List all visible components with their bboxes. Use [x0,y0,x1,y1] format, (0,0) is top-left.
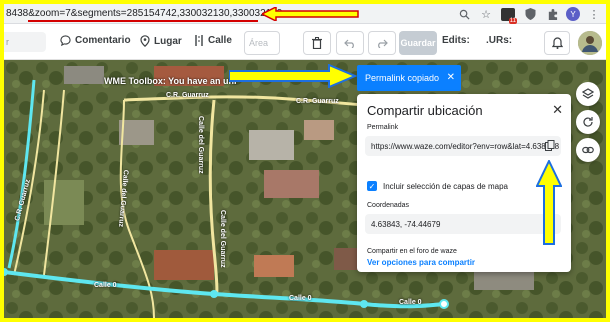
area-button[interactable]: Área [244,31,280,55]
include-layers-label: Incluir selección de capas de mapa [383,182,508,191]
street-button[interactable]: Calle [194,35,232,46]
road-icon [195,35,203,46]
street-label: Calle [208,35,232,46]
permalink-value: https://www.waze.com/editor?env=row&lat=… [371,142,560,151]
coords-label: Coordenadas [367,202,410,209]
yellow-arrow-annotation [536,160,562,245]
waze-toolbar: r Comentario Lugar Calle Área Guardar Ed… [4,24,606,60]
road-label: C.R. Guarruz [296,98,339,105]
browser-icons: ☆ 11 Y ⋮ [456,6,602,24]
permalink-button[interactable] [576,138,600,162]
location-pin-icon [140,35,150,47]
coords-value: 4.63843, -74.44679 [371,220,441,229]
comment-icon [60,35,71,46]
road-label: Calle 0 [399,299,422,306]
place-button[interactable]: Lugar [140,35,182,47]
place-label: Lugar [154,35,182,47]
notifications-button[interactable] [544,31,570,55]
redo-icon [378,39,388,48]
redo-button[interactable] [368,31,396,55]
extension-badge[interactable]: 11 [500,6,517,24]
layers-icon [582,88,594,99]
wme-toolbox-message: WME Toolbox: You have an uni [104,76,237,86]
search-input[interactable]: r [4,32,46,52]
link-icon [582,146,594,154]
zoom-icon[interactable] [456,6,472,22]
save-button[interactable]: Guardar [399,31,437,55]
puzzle-icon[interactable] [544,6,560,22]
yellow-arrow-annotation [229,64,357,88]
layers-button[interactable] [576,82,600,106]
road-label: Calle 0 [289,295,312,302]
edits-counter: Edits: [442,35,470,46]
comment-label: Comentario [75,35,131,46]
trash-icon [312,37,322,49]
map-canvas[interactable]: WME Toolbox: You have an uni C.R. Guarru… [4,60,606,318]
road-label: Calle del Guarruz [197,116,204,174]
area-label: Área [249,38,269,48]
bookmark-star-icon[interactable]: ☆ [478,6,494,22]
screenshot-frame: 8438&zoom=7&segments=285154742,330032130… [4,4,606,318]
delete-button[interactable] [303,31,331,55]
toast-text: Permalink copiado [365,73,440,83]
share-options-link[interactable]: Ver opciones para compartir [367,258,475,267]
url-text[interactable]: 8438&zoom=7&segments=285154742,330032130… [6,8,282,19]
comment-button[interactable]: Comentario [60,35,131,46]
include-layers-checkbox[interactable]: ✓ [367,181,377,191]
coords-field[interactable]: 4.63843, -74.44679 [365,214,561,234]
red-arrow-annotation [262,7,359,21]
permalink-field[interactable]: https://www.waze.com/editor?env=row&lat=… [365,136,561,156]
bell-icon [551,37,563,49]
road-label: Calle del Guarruz [219,210,226,268]
permalink-label: Permalink [367,124,399,131]
road-label: Calle 0 [94,282,117,289]
browser-url-bar[interactable]: 8438&zoom=7&segments=285154742,330032130… [4,4,606,24]
refresh-button[interactable] [576,110,600,134]
refresh-icon [583,117,593,127]
urs-counter: .URs: [486,35,513,46]
forum-share-label: Compartir en el foro de waze [367,248,457,255]
undo-button[interactable] [336,31,364,55]
panel-title: Compartir ubicación [367,103,483,118]
red-underline-annotation [28,20,258,22]
kebab-menu-icon[interactable]: ⋮ [586,6,602,22]
close-icon[interactable]: ✕ [552,102,563,118]
road-label: C.R. Guarruz [166,92,209,99]
permalink-copied-toast: Permalink copiado ✕ [357,65,461,91]
profile-avatar[interactable]: Y [566,7,580,21]
copy-icon[interactable] [545,140,555,151]
undo-icon [344,39,354,48]
toast-close-icon[interactable]: ✕ [447,72,455,83]
shield-extension-icon[interactable] [522,6,538,22]
ext-badge-count: 11 [508,17,517,24]
user-avatar[interactable] [578,31,602,55]
